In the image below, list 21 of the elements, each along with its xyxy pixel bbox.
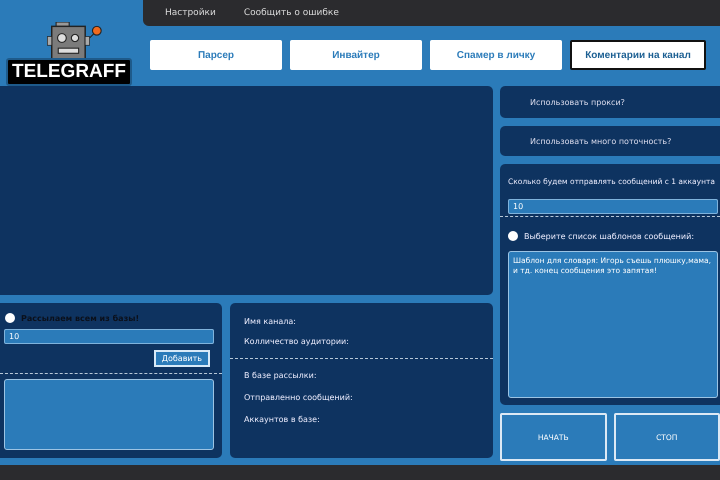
menu-item[interactable]: Сообщить о ошибке xyxy=(244,8,339,18)
radio-label: Рассылаем всем из базы! xyxy=(21,314,140,322)
radio-button[interactable] xyxy=(5,313,15,323)
input-field[interactable]: 10 xyxy=(4,329,214,344)
info-label: Колличество аудитории: xyxy=(244,337,350,346)
logo-text: TELEGRAFF xyxy=(6,58,132,86)
menu-item[interactable]: Настройки xyxy=(165,8,216,18)
tab[interactable]: Спамер в личку xyxy=(430,40,562,70)
radio-label: Выберите список шаблонов сообщений: xyxy=(524,232,694,240)
info-label: В базе рассылки: xyxy=(244,371,318,380)
option-toggle[interactable]: Использовать много поточность? xyxy=(500,126,720,156)
radio-button[interactable] xyxy=(508,231,518,241)
count-field[interactable]: 10 xyxy=(508,199,718,214)
add-button[interactable]: Добавить xyxy=(154,350,210,367)
info-label: Аккаунтов в базе: xyxy=(244,415,321,424)
tab[interactable]: Коментарии на канал xyxy=(570,40,706,70)
option-toggle[interactable]: Использовать прокси? xyxy=(500,86,720,118)
info-label: Имя канала: xyxy=(244,317,297,326)
info-label: Отправленно сообщений: xyxy=(244,393,354,402)
tab[interactable]: Инвайтер xyxy=(290,40,422,70)
tab[interactable]: Парсер xyxy=(150,40,282,70)
